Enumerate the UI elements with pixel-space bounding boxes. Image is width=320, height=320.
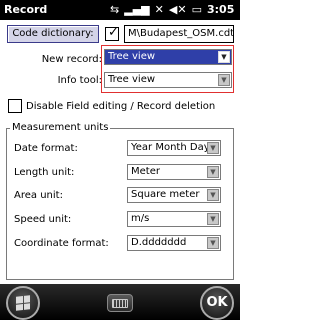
speed-unit-select[interactable]: m/s ▼ [127,211,221,227]
code-dictionary-checkbox[interactable]: ✓ [105,25,119,41]
ok-button[interactable]: OK [200,286,234,320]
speed-unit-value: m/s [131,213,150,224]
length-unit-select[interactable]: Meter ▼ [127,164,221,180]
volume-mute-icon[interactable]: ◀✕ [169,2,187,18]
checkmark-icon: ✓ [108,25,119,40]
measurement-units-title: Measurement units [10,121,111,134]
length-unit-label: Length unit: [14,167,75,178]
date-format-select[interactable]: Year Month Day ▼ [127,140,221,156]
info-tool-value: Tree view [108,74,156,85]
windows-start-button[interactable] [6,286,40,320]
new-record-label: New record: [41,54,102,65]
keyboard-button[interactable] [107,294,133,312]
disable-editing-label: Disable Field editing / Record deletion [26,101,216,112]
code-dictionary-path-field[interactable]: M\Budapest_OSM.cdt [124,25,234,43]
no-signal-icon: ✕ [154,3,164,16]
disable-editing-checkbox[interactable] [8,99,22,113]
status-icons: ⇆ ▂▄▆ ✕ ◀✕ ▭ [110,2,202,18]
date-format-value: Year Month Day [131,142,210,153]
sync-icon: ⇆ [110,3,120,16]
coordinate-format-select[interactable]: D.ddddddd ▼ [127,235,221,251]
date-format-label: Date format: [14,143,78,154]
clock: 3:05 [207,3,235,16]
new-record-select[interactable]: Tree view ▼ [104,49,232,65]
info-tool-label: Info tool: [57,75,102,86]
chevron-down-icon[interactable]: ▼ [218,74,230,86]
title-bar: Record ⇆ ▂▄▆ ✕ ◀✕ ▭ 3:05 [0,0,240,20]
chevron-down-icon[interactable]: ▼ [207,213,219,225]
chevron-down-icon[interactable]: ▼ [218,51,230,63]
area-unit-value: Square meter [131,189,200,200]
area-unit-label: Area unit: [14,190,63,201]
coordinate-format-label: Coordinate format: [14,238,109,249]
keyboard-icon [112,299,128,308]
speed-unit-label: Speed unit: [14,214,72,225]
record-settings-form: Code dictionary: ✓ M\Budapest_OSM.cdt Ne… [0,20,240,284]
signal-icon: ▂▄▆ [124,3,150,16]
coordinate-format-value: D.ddddddd [131,237,187,248]
windows-logo-icon [16,295,30,311]
new-record-value: Tree view [108,51,156,62]
window-title: Record [4,3,48,16]
info-tool-select[interactable]: Tree view ▼ [104,72,232,88]
bottom-bar: OK [0,284,240,320]
area-unit-select[interactable]: Square meter ▼ [127,187,221,203]
chevron-down-icon[interactable]: ▼ [207,166,219,178]
chevron-down-icon[interactable]: ▼ [207,189,219,201]
code-dictionary-button[interactable]: Code dictionary: [7,25,99,43]
battery-icon: ▭ [191,3,202,16]
chevron-down-icon[interactable]: ▼ [207,237,219,249]
chevron-down-icon[interactable]: ▼ [207,142,219,154]
length-unit-value: Meter [131,166,160,177]
